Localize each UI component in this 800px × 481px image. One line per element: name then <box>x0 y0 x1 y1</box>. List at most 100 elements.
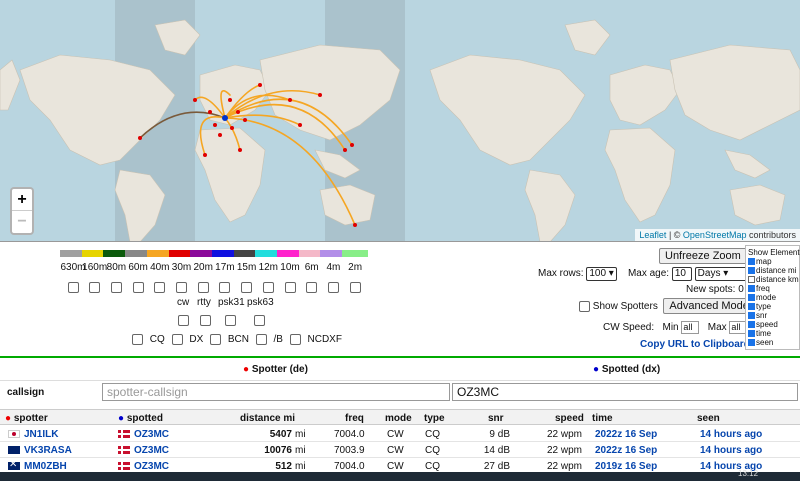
col-freq[interactable]: freq <box>345 413 364 424</box>
band-checkbox[interactable] <box>327 281 339 293</box>
show-element-checkbox[interactable] <box>748 312 755 320</box>
show-element-freq[interactable]: freq <box>748 284 797 293</box>
show-element-map[interactable]: map <box>748 257 797 266</box>
show-element-checkbox[interactable] <box>748 330 755 338</box>
spotted-callsign[interactable]: OZ3MC <box>134 445 169 456</box>
flag-icon <box>8 459 20 471</box>
band-checkbox[interactable] <box>284 281 296 293</box>
flag-icon <box>118 462 130 471</box>
col-distance[interactable]: distance mi <box>240 413 295 424</box>
col-type[interactable]: type <box>424 413 445 424</box>
mode-checkbox-rtty[interactable] <box>200 315 211 326</box>
show-element-seen[interactable]: seen <box>748 338 797 347</box>
col-seen[interactable]: seen <box>697 413 720 424</box>
band-checkbox[interactable] <box>67 281 79 293</box>
spotter-callsign[interactable]: MM0ZBH <box>24 461 67 472</box>
spotter-cell[interactable]: JN1ILK <box>8 429 58 440</box>
show-spotters-checkbox[interactable] <box>579 300 590 312</box>
table-row[interactable]: JN1ILK OZ3MC 5407 mi 7004.0 CW CQ 9 dB 22 wpm 202… <box>0 426 800 442</box>
band-checkbox[interactable] <box>262 281 274 293</box>
band-checkbox[interactable] <box>241 281 253 293</box>
spot-map[interactable]: + − Leaflet | © OpenStreetMap contributo… <box>0 0 800 242</box>
attribution-separator: | © <box>666 230 683 240</box>
zoom-in-button[interactable]: + <box>12 189 32 211</box>
band-checkbox[interactable] <box>197 281 209 293</box>
spotter-cell[interactable]: MM0ZBH <box>8 459 67 472</box>
spotted-cell[interactable]: OZ3MC <box>118 461 169 472</box>
filter-checkbox-bcn[interactable] <box>210 334 222 345</box>
spotted-callsign-input[interactable]: OZ3MC <box>452 383 798 401</box>
filter-label-bcn: BCN <box>227 334 249 346</box>
cw-speed-label: CW Speed: <box>603 322 655 333</box>
advanced-mode-button[interactable]: Advanced Mode <box>663 298 755 314</box>
col-speed[interactable]: speed <box>555 413 584 424</box>
max-age-unit-select[interactable]: Days ▾ <box>694 267 749 281</box>
show-element-checkbox[interactable] <box>748 303 755 311</box>
show-element-checkbox[interactable] <box>748 276 755 284</box>
col-snr[interactable]: snr <box>488 413 504 424</box>
time-link[interactable]: 2022z 16 Sep <box>595 445 657 456</box>
filter-checkbox-b[interactable] <box>255 334 267 345</box>
leaflet-link[interactable]: Leaflet <box>639 230 666 240</box>
max-rows-select[interactable]: 100 ▾ <box>586 267 617 281</box>
taskbar-clock: 13:12 <box>738 469 759 478</box>
show-element-type[interactable]: type <box>748 302 797 311</box>
filter-checkbox-cq[interactable] <box>132 334 143 345</box>
band-checkbox[interactable] <box>132 281 144 293</box>
band-checkbox[interactable] <box>110 281 122 293</box>
col-spotted[interactable]: ● spotted <box>118 413 163 424</box>
filter-checkbox-dx[interactable] <box>171 334 183 345</box>
spotted-callsign[interactable]: OZ3MC <box>134 429 169 440</box>
unfreeze-zoom-button[interactable]: Unfreeze Zoom <box>659 248 747 264</box>
table-row[interactable]: VK3RASA OZ3MC 10076 mi 7003.9 CW CQ 14 dB 22 wpm… <box>0 442 800 458</box>
band-checkbox[interactable] <box>306 281 318 293</box>
show-element-checkbox[interactable] <box>748 294 755 302</box>
band-checkbox[interactable] <box>176 281 187 293</box>
time-link[interactable]: 2019z 16 Sep <box>595 461 657 472</box>
time-link[interactable]: 2022z 16 Sep <box>595 429 657 440</box>
spotter-callsign[interactable]: JN1ILK <box>24 429 58 440</box>
spotter-callsign[interactable]: VK3RASA <box>24 445 72 456</box>
show-element-checkbox[interactable] <box>748 267 755 275</box>
show-element-speed[interactable]: speed <box>748 320 797 329</box>
show-element-checkbox[interactable] <box>748 339 755 347</box>
mode-checkbox-psk31[interactable] <box>225 315 236 326</box>
band-checkbox[interactable] <box>219 281 231 293</box>
col-spotter-label: spotter <box>13 413 48 424</box>
seen-link[interactable]: 14 hours ago <box>700 429 762 440</box>
show-element-time[interactable]: time <box>748 329 797 338</box>
show-element-checkbox[interactable] <box>748 285 755 293</box>
band-checkbox[interactable] <box>349 281 361 293</box>
show-element-distance-mi[interactable]: distance mi <box>748 266 797 275</box>
mode-label-psk63: psk63 <box>247 297 274 308</box>
band-checkbox[interactable] <box>89 281 101 293</box>
show-element-checkbox[interactable] <box>748 258 755 266</box>
mode-checkbox-psk63[interactable] <box>254 315 265 326</box>
mode-checkbox-cw[interactable] <box>178 315 189 326</box>
spotted-cell[interactable]: OZ3MC <box>118 445 169 456</box>
col-time[interactable]: time <box>592 413 613 424</box>
show-element-label: time <box>756 329 772 338</box>
spotter-cell[interactable]: VK3RASA <box>8 445 72 456</box>
flag-icon <box>118 430 130 439</box>
spotted-callsign[interactable]: OZ3MC <box>134 461 169 472</box>
filter-checkbox-ncdxf[interactable] <box>289 334 301 345</box>
copy-url-link[interactable]: Copy URL to Clipboard <box>640 339 750 350</box>
spotted-cell[interactable]: OZ3MC <box>118 429 169 440</box>
col-mode[interactable]: mode <box>385 413 412 424</box>
col-spotter[interactable]: ● spotter <box>5 413 48 424</box>
col-spotted-label: spotted <box>126 413 163 424</box>
osm-link[interactable]: OpenStreetMap <box>683 230 747 240</box>
band-checkbox[interactable] <box>154 281 166 293</box>
show-element-checkbox[interactable] <box>748 321 755 329</box>
spotter-callsign-input[interactable]: spotter-callsign <box>102 383 450 401</box>
max-age-input[interactable]: 10 <box>671 267 692 281</box>
show-element-label: seen <box>756 338 774 347</box>
show-element-snr[interactable]: snr <box>748 311 797 320</box>
show-element-mode[interactable]: mode <box>748 293 797 302</box>
type-value: CQ <box>425 445 440 456</box>
show-element-distance-km[interactable]: distance km <box>748 275 799 284</box>
zoom-out-button[interactable]: − <box>12 211 32 233</box>
seen-link[interactable]: 14 hours ago <box>700 445 762 456</box>
cw-speed-min-input[interactable]: all <box>681 321 700 334</box>
